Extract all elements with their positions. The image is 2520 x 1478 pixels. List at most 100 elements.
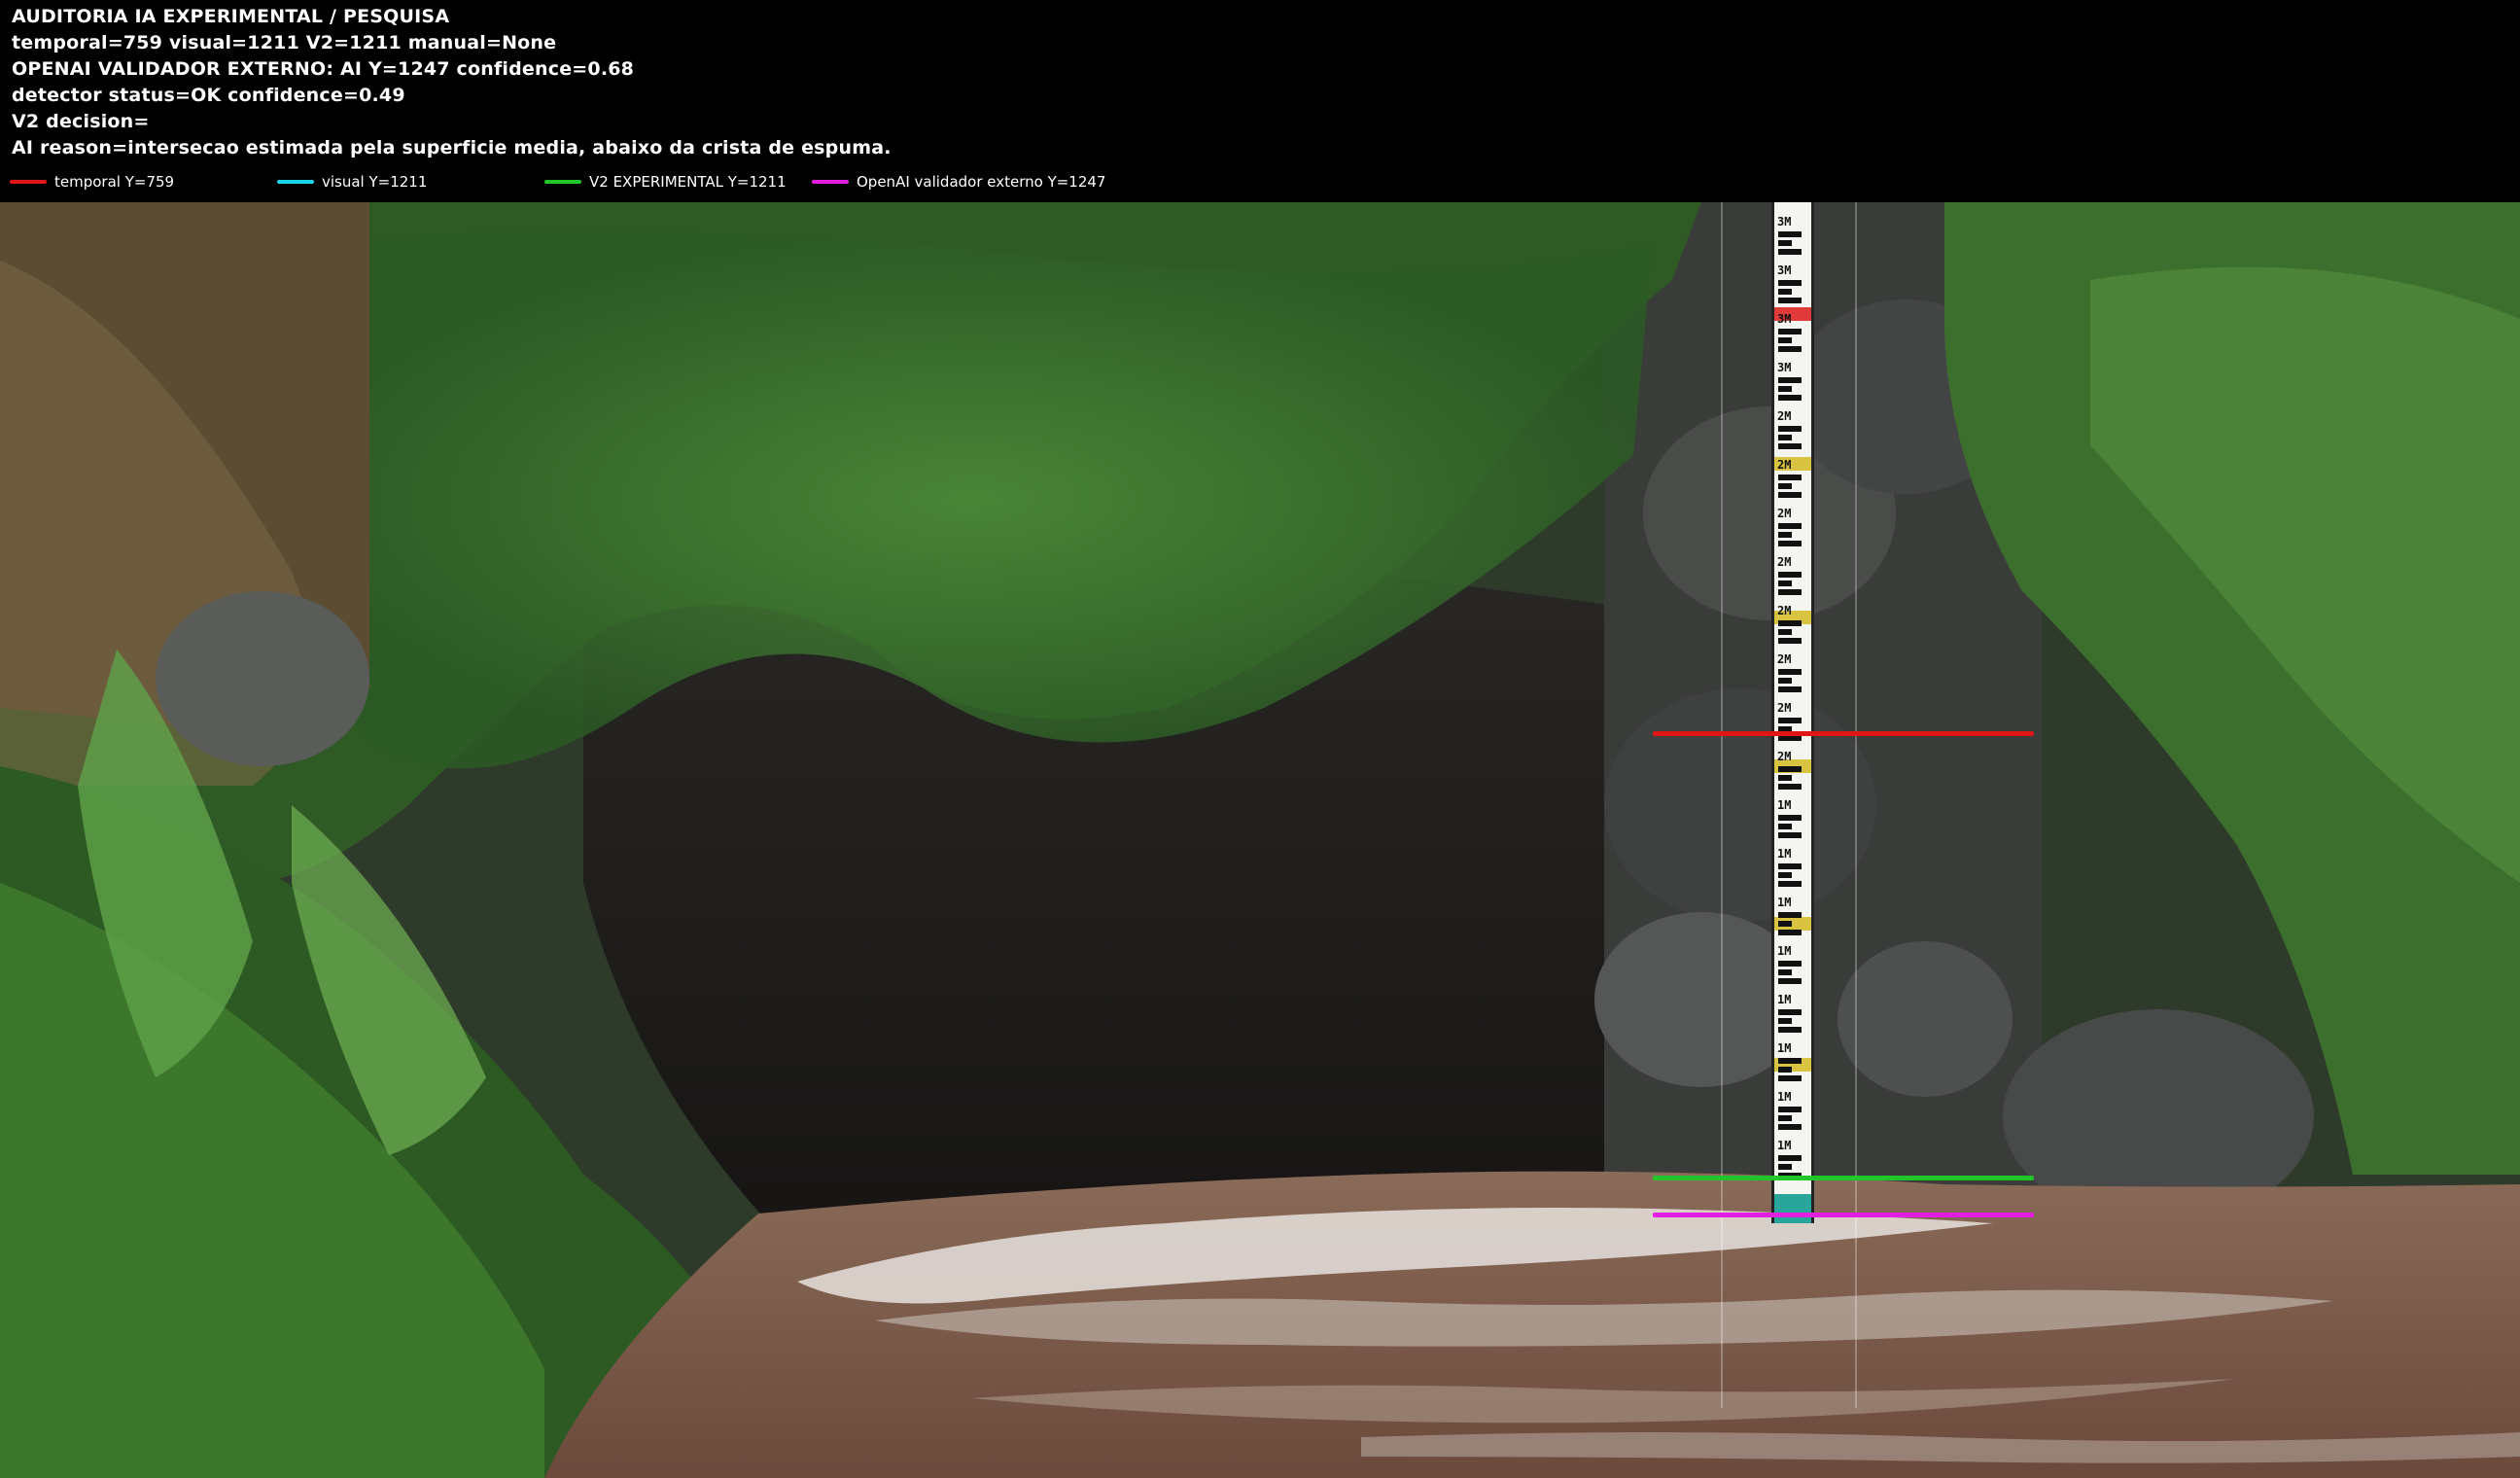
legend-openai: OpenAI validador externo Y=1247 xyxy=(812,171,1105,193)
gauge-tick xyxy=(1778,824,1792,829)
header-ai-reason: AI reason=intersecao estimada pela super… xyxy=(12,137,892,158)
gauge-tick xyxy=(1778,280,1802,286)
gauge-tick xyxy=(1778,435,1792,440)
gauge-tick xyxy=(1778,912,1802,918)
gauge-tick xyxy=(1778,1058,1802,1064)
gauge-tick xyxy=(1778,638,1802,644)
gauge-tick xyxy=(1778,1027,1802,1033)
legend-visual: visual Y=1211 xyxy=(277,171,427,193)
staff-gauge: 3M 3M 3M 3M 2M 2M 2M 2M 2M 2M 2M 2M 1M 1M 1M 1M 1M 1M 1M 1M xyxy=(1771,202,1814,1223)
gauge-tick xyxy=(1778,386,1792,392)
gauge-tick xyxy=(1778,523,1802,529)
river-scene-image xyxy=(0,202,2520,1478)
gauge-tick xyxy=(1778,784,1802,790)
gauge-tick xyxy=(1778,881,1802,887)
roi-right-guide xyxy=(1855,202,1857,1408)
gauge-label: 1M xyxy=(1777,798,1792,812)
header-validator: OPENAI VALIDADOR EXTERNO: AI Y=1247 conf… xyxy=(12,58,635,80)
gauge-tick xyxy=(1778,930,1802,935)
gauge-label: 2M xyxy=(1777,555,1792,569)
legend-swatch-openai xyxy=(812,180,849,184)
camera-frame: 3M 3M 3M 3M 2M 2M 2M 2M 2M 2M 2M 2M 1M 1M 1M 1M 1M 1M 1M 1M xyxy=(0,202,2520,1478)
gauge-label: 3M xyxy=(1777,215,1792,229)
gauge-tick xyxy=(1778,961,1802,967)
gauge-label: 3M xyxy=(1777,361,1792,374)
gauge-tick xyxy=(1778,572,1802,578)
gauge-tick xyxy=(1778,289,1792,295)
gauge-tick xyxy=(1778,1155,1802,1161)
audit-header: AUDITORIA IA EXPERIMENTAL / PESQUISA tem… xyxy=(0,0,2520,202)
gauge-tick xyxy=(1778,1107,1802,1112)
gauge-label: 2M xyxy=(1777,750,1792,763)
gauge-tick xyxy=(1778,492,1802,498)
header-detector-status: detector status=OK confidence=0.49 xyxy=(12,85,405,106)
marker-v2-experimental xyxy=(1653,1176,2034,1180)
legend-label-temporal: temporal Y=759 xyxy=(54,173,175,191)
gauge-tick xyxy=(1778,346,1802,352)
gauge-tick xyxy=(1778,775,1792,781)
gauge-tick xyxy=(1778,475,1802,480)
legend-swatch-v2 xyxy=(544,180,581,184)
gauge-tick xyxy=(1778,863,1802,869)
legend-swatch-visual xyxy=(277,180,314,184)
gauge-label: 2M xyxy=(1777,507,1792,520)
gauge-tick xyxy=(1778,395,1802,401)
gauge-label: 1M xyxy=(1777,1090,1792,1104)
gauge-tick xyxy=(1778,969,1792,975)
gauge-tick xyxy=(1778,669,1802,675)
gauge-tick xyxy=(1778,541,1802,546)
gauge-tick xyxy=(1778,1164,1792,1170)
gauge-tick xyxy=(1778,629,1792,635)
gauge-tick xyxy=(1778,589,1802,595)
gauge-band-teal xyxy=(1774,1194,1811,1223)
gauge-tick xyxy=(1778,231,1802,237)
gauge-tick xyxy=(1778,815,1802,821)
marker-temporal xyxy=(1653,731,2034,736)
header-v2-decision: V2 decision= xyxy=(12,111,150,132)
legend-label-openai: OpenAI validador externo Y=1247 xyxy=(857,173,1106,191)
gauge-tick xyxy=(1778,1115,1792,1121)
gauge-label: 2M xyxy=(1777,652,1792,666)
gauge-tick xyxy=(1778,483,1792,489)
gauge-label: 2M xyxy=(1777,409,1792,423)
gauge-tick xyxy=(1778,249,1802,255)
gauge-tick xyxy=(1778,872,1792,878)
gauge-tick xyxy=(1778,240,1792,246)
gauge-label: 1M xyxy=(1777,944,1792,958)
gauge-tick xyxy=(1778,298,1802,303)
gauge-tick xyxy=(1778,426,1802,432)
header-readings: temporal=759 visual=1211 V2=1211 manual=… xyxy=(12,32,557,53)
gauge-tick xyxy=(1778,832,1802,838)
gauge-label: 3M xyxy=(1777,264,1792,277)
gauge-label: 1M xyxy=(1777,896,1792,909)
legend-temporal: temporal Y=759 xyxy=(10,171,174,193)
gauge-tick xyxy=(1778,1075,1802,1081)
gauge-label: 1M xyxy=(1777,847,1792,861)
header-title: AUDITORIA IA EXPERIMENTAL / PESQUISA xyxy=(12,6,450,27)
gauge-tick xyxy=(1778,978,1802,984)
legend-v2: V2 EXPERIMENTAL Y=1211 xyxy=(544,171,787,193)
gauge-tick xyxy=(1778,678,1792,684)
gauge-label: 1M xyxy=(1777,1139,1792,1152)
legend-label-visual: visual Y=1211 xyxy=(322,173,428,191)
gauge-tick xyxy=(1778,1124,1802,1130)
gauge-tick xyxy=(1778,337,1792,343)
legend-label-v2: V2 EXPERIMENTAL Y=1211 xyxy=(589,173,787,191)
gauge-tick xyxy=(1778,443,1802,449)
gauge-tick xyxy=(1778,620,1802,626)
gauge-label: 1M xyxy=(1777,993,1792,1006)
roi-left-guide xyxy=(1721,202,1723,1408)
marker-openai-validator xyxy=(1653,1213,2034,1217)
gauge-tick xyxy=(1778,921,1792,927)
gauge-label: 2M xyxy=(1777,604,1792,617)
gauge-tick xyxy=(1778,377,1802,383)
gauge-tick xyxy=(1778,532,1792,538)
gauge-label: 3M xyxy=(1777,312,1792,326)
legend-swatch-temporal xyxy=(10,180,47,184)
gauge-tick xyxy=(1778,581,1792,586)
gauge-tick xyxy=(1778,329,1802,334)
gauge-tick xyxy=(1778,1067,1792,1073)
gauge-label: 2M xyxy=(1777,701,1792,715)
gauge-tick xyxy=(1778,766,1802,772)
gauge-label: 2M xyxy=(1777,458,1792,472)
